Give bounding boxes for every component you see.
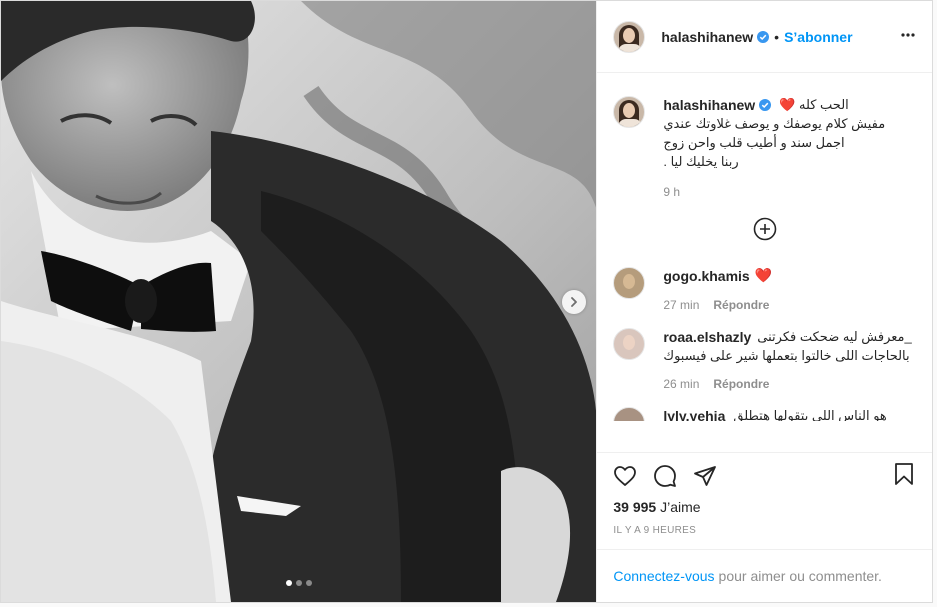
caption-text: مفيش كلام يوصفك و يوصف غلاوتك عندي اجمل … [663,114,916,171]
login-link[interactable]: Connectez-vous [613,568,714,584]
comment-text: هو الناس اللي بتقولها هتطلق [733,408,887,421]
verified-badge-icon [757,30,770,43]
carousel-next-button[interactable] [562,290,586,314]
commenter-avatar[interactable] [613,407,646,421]
comment-item: lyly.yehia هو الناس اللي بتقولها هتطلق [613,407,916,421]
comments-section: halashihanew الحب كله ❤️ مفيش كلام يوصفك… [597,73,932,452]
comment-item: roaa.elshazly _معرفش ليه ضحكت فكرتنى بال… [613,328,916,391]
carousel-dot [285,580,292,586]
comment-text: ❤️ [754,267,773,283]
comment-time[interactable]: 27 min [663,298,699,312]
login-prompt-text: pour aimer ou commenter. [718,568,882,584]
post-media[interactable] [1,1,597,602]
add-circle-icon [753,217,776,241]
caption-lead: الحب كله ❤️ [779,97,849,112]
caption-meta: 9 h [663,185,916,199]
comment-time[interactable]: 26 min [663,377,699,391]
chevron-right-icon [571,297,577,307]
login-prompt: Connectez-vous pour aimer ou commenter. [597,549,932,602]
comment-icon[interactable] [653,464,677,488]
load-more-comments-button[interactable] [613,217,916,241]
post-actions: 39 995 J’aime IL Y A 9 HEURES Connectez-… [597,452,932,602]
likes-count[interactable]: 39 995 J’aime [613,499,916,515]
carousel-dot [295,580,302,586]
instagram-post: halashihanew • S’abonner halashihanew ال… [0,0,933,603]
verified-badge-icon [759,99,772,111]
author-avatar[interactable] [613,20,646,53]
carousel-dot [305,580,312,586]
caption-line: مفيش كلام يوصفك و يوصف غلاوتك عندي [663,116,886,131]
commenter-avatar[interactable] [613,267,646,299]
caption-time[interactable]: 9 h [663,185,680,199]
caption-row: halashihanew الحب كله ❤️ مفيش كلام يوصفك… [613,96,916,199]
commenter-avatar[interactable] [613,328,646,360]
post-header: halashihanew • S’abonner [597,1,932,73]
post-photo [1,1,597,602]
caption-username[interactable]: halashihanew [663,97,755,113]
comment-username[interactable]: roaa.elshazly [663,329,751,345]
caption-line: ربنا يخليك ليا . [663,154,739,169]
carousel-indicator [1,580,596,586]
post-timestamp[interactable]: IL Y A 9 HEURES [613,525,916,536]
separator: • [774,28,780,45]
more-options-icon[interactable] [900,27,916,48]
comment-text-continued: بالحاجات اللى خالتوا بتعملها شير على فيس… [663,348,910,363]
comment-item: gogo.khamis ❤️ 27 min Répondre [613,267,916,312]
comment-meta: 26 min Répondre [663,377,916,391]
comment-text: _معرفش ليه ضحكت فكرتنى [757,329,912,344]
caption-line: اجمل سند و أطيب قلب واحن زوج [663,135,845,150]
follow-button[interactable]: S’abonner [784,29,852,45]
reply-button[interactable]: Répondre [713,377,769,391]
reply-button[interactable]: Répondre [713,298,769,312]
likes-number: 39 995 [613,499,657,515]
comment-username[interactable]: gogo.khamis [663,268,749,284]
share-icon[interactable] [693,464,717,488]
heart-icon[interactable] [613,464,637,488]
post-side-panel: halashihanew • S’abonner halashihanew ال… [596,1,932,602]
bookmark-icon[interactable] [892,462,916,491]
comment-meta: 27 min Répondre [663,298,916,312]
likes-label: J’aime [660,499,701,515]
author-username[interactable]: halashihanew [661,29,753,45]
comment-username[interactable]: lyly.yehia [663,408,725,421]
author-avatar[interactable] [613,96,646,128]
